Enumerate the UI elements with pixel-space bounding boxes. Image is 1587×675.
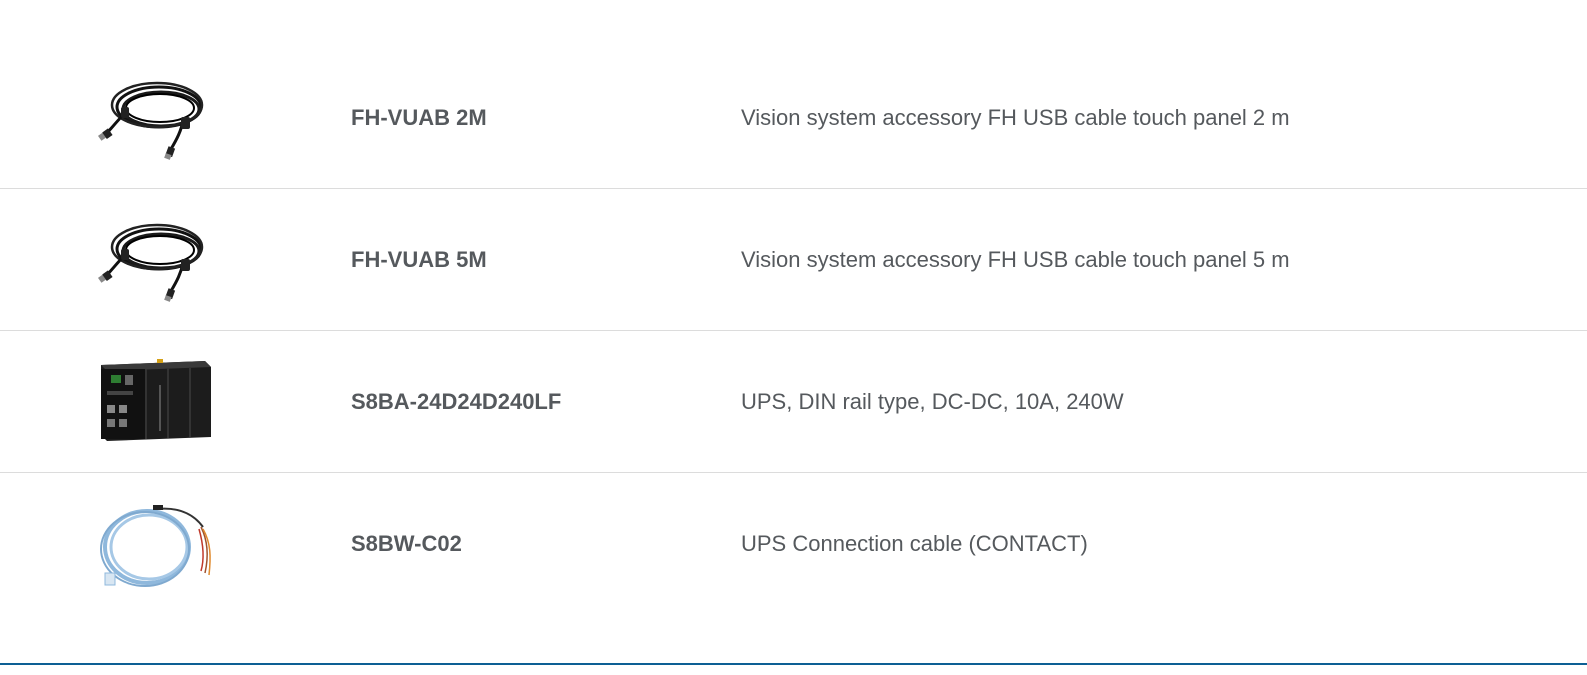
product-model-link[interactable]: FH-VUAB 2M — [351, 47, 487, 189]
connection-cable-image — [100, 505, 211, 587]
product-description: Vision system accessory FH USB cable tou… — [741, 105, 1290, 130]
product-list: FH-VUAB 2M Vision system accessory FH US… — [0, 47, 1587, 615]
product-model-link[interactable]: FH-VUAB 5M — [351, 189, 487, 331]
usb-cable-black-icon[interactable] — [97, 73, 213, 163]
product-description: UPS, DIN rail type, DC-DC, 10A, 240W — [741, 389, 1124, 414]
bottom-divider — [0, 663, 1587, 665]
blue-connection-cable-icon[interactable] — [97, 499, 213, 589]
product-row: S8BW-C02 UPS Connection cable (CONTACT) — [0, 473, 1587, 615]
ups-unit-image — [101, 359, 211, 441]
product-row: FH-VUAB 5M Vision system accessory FH US… — [0, 189, 1587, 331]
product-description: UPS Connection cable (CONTACT) — [741, 531, 1088, 556]
ups-din-rail-unit-icon[interactable] — [97, 357, 213, 447]
product-model-link[interactable]: S8BA-24D24D240LF — [351, 331, 561, 473]
product-model-link[interactable]: S8BW-C02 — [351, 473, 462, 615]
product-description: Vision system accessory FH USB cable tou… — [741, 247, 1290, 272]
product-row: S8BA-24D24D240LF UPS, DIN rail type, DC-… — [0, 331, 1587, 473]
page: FH-VUAB 2M Vision system accessory FH US… — [0, 0, 1587, 675]
usb-cable-image — [98, 223, 204, 302]
product-row: FH-VUAB 2M Vision system accessory FH US… — [0, 47, 1587, 189]
usb-cable-black-icon[interactable] — [97, 215, 213, 305]
usb-cable-image — [98, 81, 204, 160]
